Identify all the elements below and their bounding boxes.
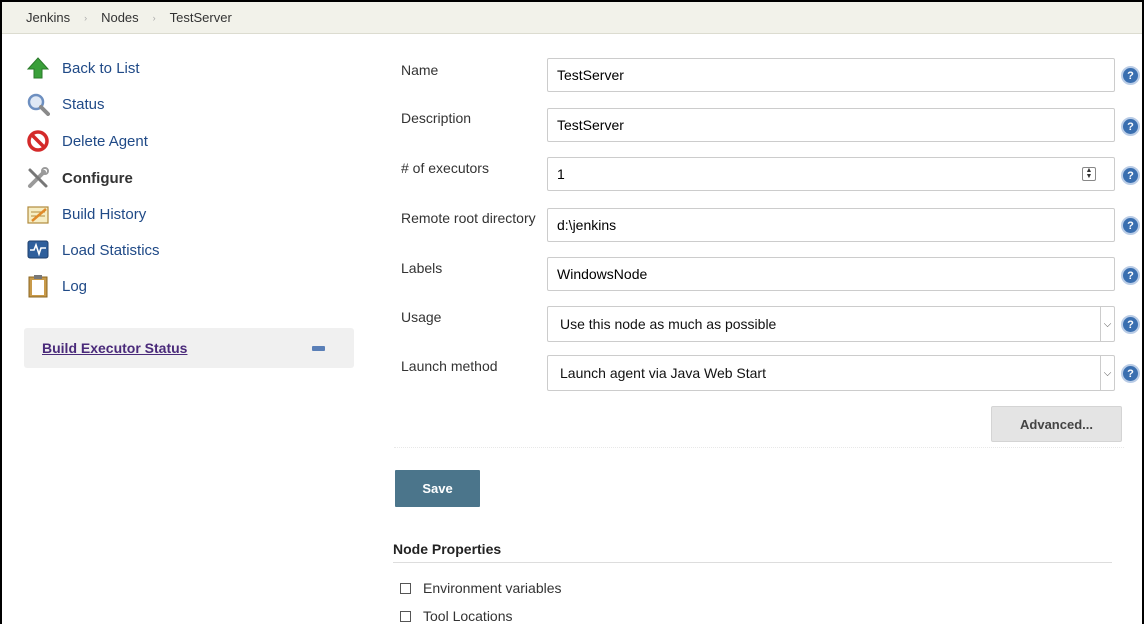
env-variables-row[interactable]: Environment variables — [400, 578, 562, 598]
clipboard-icon — [26, 274, 50, 298]
executors-field[interactable]: 1 ▲ ▼ — [547, 157, 1115, 191]
env-variables-label: Environment variables — [423, 580, 562, 596]
jenkins-window: Jenkins › Nodes › TestServer Back to Lis… — [0, 0, 1144, 624]
up-arrow-icon — [26, 56, 50, 80]
collapse-icon[interactable] — [312, 346, 325, 351]
help-icon[interactable]: ? — [1121, 315, 1140, 334]
help-icon[interactable]: ? — [1121, 216, 1140, 235]
sidebar-item-build-history[interactable]: Build History — [26, 200, 146, 228]
sidebar-item-delete-agent[interactable]: Delete Agent — [26, 127, 148, 155]
env-variables-checkbox[interactable] — [400, 582, 411, 594]
usage-selected-value: Use this node as much as possible — [560, 316, 777, 332]
sidebar-item-configure[interactable]: Configure — [26, 164, 133, 192]
number-stepper-icon[interactable]: ▲ ▼ — [1082, 167, 1096, 181]
labels-label: Labels — [401, 260, 443, 276]
sidebar-item-label: Delete Agent — [62, 132, 148, 150]
launch-method-select[interactable]: Launch agent via Java Web Start ⌵ — [547, 355, 1115, 391]
breadcrumb-testserver[interactable]: TestServer — [170, 10, 232, 25]
description-label: Description — [401, 110, 472, 126]
tool-locations-row[interactable]: Tool Locations — [400, 606, 513, 624]
breadcrumb-jenkins[interactable]: Jenkins — [26, 10, 70, 25]
build-executor-status-link[interactable]: Build Executor Status — [42, 340, 187, 356]
executors-value: 1 — [557, 166, 565, 182]
tools-icon — [26, 166, 50, 190]
breadcrumb: Jenkins › Nodes › TestServer — [2, 2, 1142, 34]
sidebar-item-log[interactable]: Log — [26, 272, 87, 300]
breadcrumb-separator-icon: › — [84, 12, 88, 23]
name-field[interactable] — [547, 58, 1115, 92]
notepad-icon — [26, 202, 50, 226]
sidebar-item-label: Configure — [62, 169, 133, 187]
sidebar-item-label: Log — [62, 277, 88, 295]
magnifier-icon — [26, 92, 50, 116]
help-icon[interactable]: ? — [1121, 266, 1140, 285]
sidebar-item-label: Status — [62, 95, 105, 113]
labels-field[interactable] — [547, 257, 1115, 291]
help-icon[interactable]: ? — [1121, 364, 1140, 383]
build-executor-status-panel: Build Executor Status — [24, 328, 354, 368]
usage-select[interactable]: Use this node as much as possible ⌵ — [547, 306, 1115, 342]
breadcrumb-separator-icon: › — [152, 12, 156, 23]
help-icon[interactable]: ? — [1121, 117, 1140, 136]
sidebar-item-back-to-list[interactable]: Back to List — [26, 54, 140, 82]
executors-label: # of executors — [401, 160, 489, 176]
remote-root-field[interactable] — [547, 208, 1115, 242]
sidebar-item-label: Build History — [62, 205, 147, 223]
advanced-button[interactable]: Advanced... — [991, 406, 1122, 442]
launch-method-label: Launch method — [401, 358, 498, 374]
node-properties-heading: Node Properties — [393, 541, 1112, 563]
breadcrumb-nodes[interactable]: Nodes — [101, 10, 139, 25]
no-entry-icon — [26, 129, 50, 153]
tool-locations-checkbox[interactable] — [400, 610, 411, 622]
usage-label: Usage — [401, 309, 442, 325]
divider — [394, 447, 1124, 448]
help-icon[interactable]: ? — [1121, 166, 1140, 185]
name-label: Name — [401, 62, 439, 78]
help-icon[interactable]: ? — [1121, 66, 1140, 85]
chevron-down-icon[interactable]: ⌵ — [1100, 307, 1114, 341]
sidebar-item-load-statistics[interactable]: Load Statistics — [26, 236, 160, 264]
sidebar-item-status[interactable]: Status — [26, 90, 105, 118]
save-button[interactable]: Save — [395, 470, 480, 507]
monitor-graph-icon — [26, 238, 50, 262]
sidebar-item-label: Load Statistics — [62, 241, 160, 259]
launch-method-selected-value: Launch agent via Java Web Start — [560, 365, 766, 381]
tool-locations-label: Tool Locations — [423, 608, 513, 624]
chevron-down-icon[interactable]: ⌵ — [1100, 356, 1114, 390]
sidebar-item-label: Back to List — [62, 59, 140, 77]
description-field[interactable] — [547, 108, 1115, 142]
remote-root-label: Remote root directory — [401, 210, 536, 226]
